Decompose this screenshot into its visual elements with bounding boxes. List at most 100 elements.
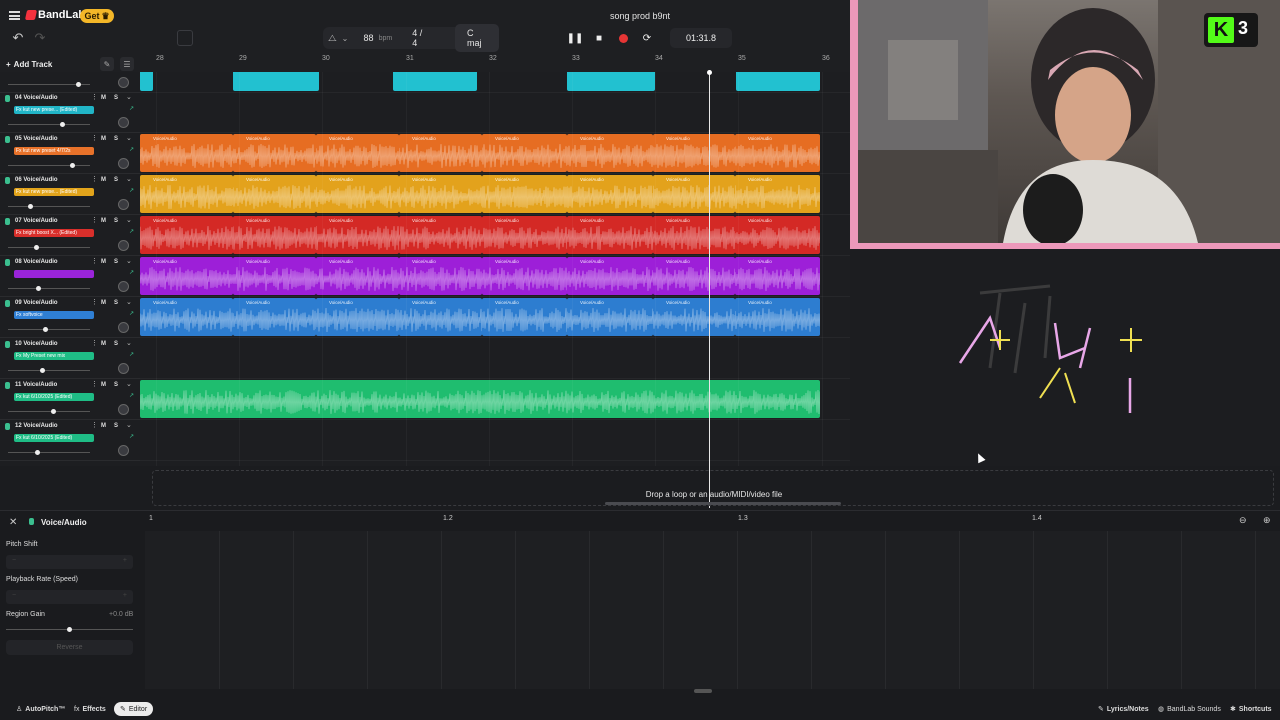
plus-icon[interactable]: + (123, 557, 127, 564)
minus-icon[interactable]: − (12, 557, 16, 564)
audio-clip[interactable] (233, 72, 319, 91)
playhead[interactable] (709, 70, 710, 508)
volume-slider[interactable] (8, 452, 90, 453)
pencil-tool-icon[interactable]: ✎ (100, 57, 114, 71)
audio-clip[interactable]: Voice/Audio (482, 257, 567, 295)
automation-icon[interactable]: ↗ (129, 187, 134, 194)
mute-button[interactable]: M (101, 177, 106, 183)
track-name[interactable]: 06 Voice/Audio (15, 177, 58, 183)
audio-clip[interactable]: Voice/Audio (482, 175, 567, 213)
audio-clip[interactable]: Voice/Audio (735, 216, 820, 254)
volume-slider[interactable] (8, 165, 90, 166)
audio-clip[interactable] (736, 72, 820, 91)
mute-button[interactable]: M (101, 382, 106, 388)
editor-canvas[interactable] (145, 531, 1280, 689)
chevron-down-icon[interactable]: ⌄ (126, 421, 132, 429)
pause-icon[interactable]: ❚❚ (566, 29, 584, 47)
editor-ruler[interactable]: ⊖ ⊕ 1 1.2 1.3 1.4 (145, 511, 1280, 531)
playhead-handle[interactable] (707, 70, 712, 75)
volume-slider-handle[interactable] (60, 122, 65, 127)
audio-clip[interactable]: Voice/Audio (653, 175, 735, 213)
mute-button[interactable]: M (101, 259, 106, 265)
time-signature[interactable]: 4 / 4 (412, 28, 427, 48)
track-header[interactable]: 11 Voice/Audio ⋮ M S ⌄ Fx kut 6/10/2025 (Edit… (0, 379, 140, 420)
fx-preset-badge[interactable]: Fx kut 6/10/2025 (Edited) (14, 393, 94, 401)
chevron-down-icon[interactable]: ⌄ (126, 257, 132, 265)
audio-clip[interactable]: Voice/Audio (482, 216, 567, 254)
volume-slider-handle[interactable] (40, 368, 45, 373)
volume-slider[interactable] (8, 288, 90, 289)
audio-clip[interactable]: Voice/Audio (140, 257, 233, 295)
solo-button[interactable]: S (114, 136, 118, 142)
audio-clip[interactable]: Voice/Audio (233, 175, 316, 213)
track-header[interactable]: 08 Voice/Audio ⋮ M S ⌄ ↗ (0, 256, 140, 297)
loop-icon[interactable]: ⟳ (638, 29, 656, 47)
track-lane[interactable]: Voice/Audio Voice/Audio Voice/Audio Voice/A… (140, 133, 850, 174)
audio-clip[interactable]: Voice/Audio (140, 175, 233, 213)
pan-knob[interactable] (118, 281, 129, 292)
track-header[interactable]: 06 Voice/Audio ⋮ M S ⌄ Fx kut new prese... (E… (0, 174, 140, 215)
mute-button[interactable]: M (101, 136, 106, 142)
track-header[interactable] (0, 72, 140, 93)
fx-preset-badge[interactable]: Fx kut 6/10/2025 (Edited) (14, 434, 94, 442)
more-options-icon[interactable]: ⋮ (91, 298, 98, 306)
audio-clip[interactable]: Voice/Audio (316, 257, 399, 295)
more-options-icon[interactable]: ⋮ (91, 380, 98, 388)
fx-preset-badge[interactable]: Fx My Preset new mix (14, 352, 94, 360)
chevron-down-icon[interactable]: ⌄ (342, 34, 354, 43)
audio-clip[interactable]: Voice/Audio (653, 298, 735, 336)
record-icon[interactable] (614, 29, 632, 47)
fx-preset-badge[interactable]: Fx kut new prese... (Edited) (14, 106, 94, 114)
more-options-icon[interactable]: ⋮ (91, 175, 98, 183)
mute-button[interactable]: M (101, 218, 106, 224)
volume-slider-handle[interactable] (70, 163, 75, 168)
autopitch-tab[interactable]: ♙ AutoPitch™ (10, 702, 71, 716)
volume-slider-handle[interactable] (76, 82, 81, 87)
audio-clip[interactable]: Voice/Audio (567, 175, 653, 213)
audio-clip[interactable]: Voice/Audio (233, 298, 316, 336)
add-track-button[interactable]: + Add Track (6, 57, 52, 72)
pan-knob[interactable] (118, 404, 129, 415)
audio-clip[interactable]: Voice/Audio (735, 257, 820, 295)
effects-tab[interactable]: fx Effects (68, 702, 112, 716)
track-header[interactable]: 05 Voice/Audio ⋮ M S ⌄ Fx kut new preset 4/7/… (0, 133, 140, 174)
audio-clip[interactable]: Voice/Audio (653, 216, 735, 254)
track-header[interactable]: 04 Voice/Audio ⋮ M S ⌄ Fx kut new prese... (E… (0, 92, 140, 133)
audio-clip[interactable]: Voice/Audio (735, 134, 820, 172)
solo-button[interactable]: S (114, 382, 118, 388)
fx-preset-badge[interactable]: Fx kut new prese... (Edited) (14, 188, 94, 196)
key-selector[interactable]: C maj (455, 24, 499, 52)
volume-slider[interactable] (8, 247, 90, 248)
track-header[interactable]: 07 Voice/Audio ⋮ M S ⌄ Fx bright boost X... (… (0, 215, 140, 256)
stop-icon[interactable]: ■ (590, 29, 608, 47)
arrange-empty-area[interactable] (850, 248, 1280, 466)
close-icon[interactable]: ✕ (9, 517, 17, 528)
pan-knob[interactable] (118, 363, 129, 374)
track-lane[interactable]: Voice/Audio Voice/Audio Voice/Audio Voice/A… (140, 215, 850, 256)
volume-slider-handle[interactable] (51, 409, 56, 414)
solo-button[interactable]: S (114, 95, 118, 101)
track-header[interactable]: 12 Voice/Audio ⋮ M S ⌄ Fx kut 6/10/2025 (Edit… (0, 420, 140, 461)
zoom-out-icon[interactable]: ⊖ (1239, 515, 1247, 526)
automation-icon[interactable]: ↗ (129, 392, 134, 399)
audio-clip[interactable]: Voice/Audio (316, 216, 399, 254)
pan-knob[interactable] (118, 77, 129, 88)
hamburger-icon[interactable] (9, 11, 20, 20)
audio-clip[interactable]: Voice/Audio (233, 134, 316, 172)
mute-button[interactable]: M (101, 423, 106, 429)
audio-clip[interactable]: Voice/Audio (567, 257, 653, 295)
bpm-value[interactable]: 88 (364, 33, 374, 43)
track-name[interactable]: 05 Voice/Audio (15, 136, 58, 142)
audio-clip[interactable]: Voice/Audio (140, 298, 233, 336)
track-lane[interactable]: Voice/Audio Voice/Audio Voice/Audio Voice/A… (140, 256, 850, 297)
chevron-down-icon[interactable]: ⌄ (126, 380, 132, 388)
arrange-view[interactable]: Voice/Audio Voice/Audio Voice/Audio Voice/A… (140, 72, 850, 466)
volume-slider-handle[interactable] (35, 450, 40, 455)
audio-clip[interactable]: Voice/Audio (735, 298, 820, 336)
fx-preset-badge[interactable] (14, 270, 94, 278)
audio-clip[interactable]: Voice/Audio (653, 134, 735, 172)
track-lane[interactable] (140, 420, 850, 461)
fx-preset-badge[interactable]: Fx bright boost X... (Edited) (14, 229, 94, 237)
solo-button[interactable]: S (114, 259, 118, 265)
audio-clip[interactable]: Voice/Audio (482, 298, 567, 336)
